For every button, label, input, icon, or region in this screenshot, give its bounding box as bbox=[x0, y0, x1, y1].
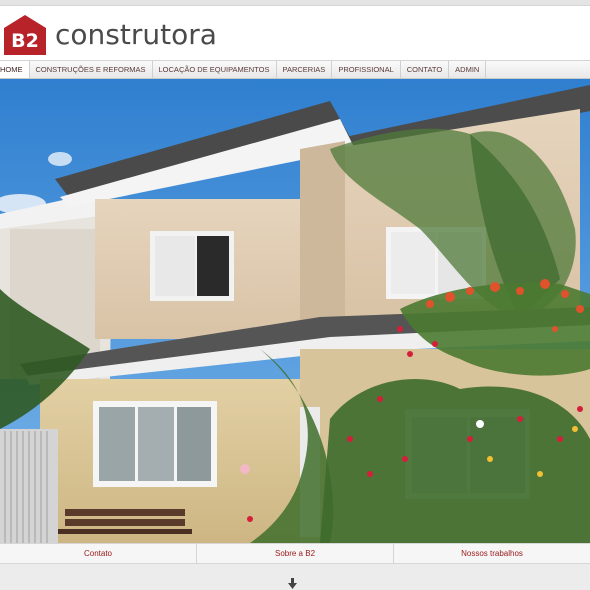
logo-badge-text: B2 bbox=[11, 30, 39, 52]
logo-wordmark[interactable]: construtora bbox=[55, 18, 217, 52]
footer-link-nossos-trabalhos[interactable]: Nossos trabalhos bbox=[394, 544, 590, 563]
main-nav: HOME CONSTRUÇÕES E REFORMAS LOCAÇÃO DE EQU… bbox=[0, 60, 590, 79]
hero-house-photo bbox=[0, 79, 590, 543]
site-header: B2 construtora bbox=[0, 6, 590, 60]
nav-item-loca-o-de-equipamentos[interactable]: LOCAÇÃO DE EQUIPAMENTOS bbox=[153, 61, 277, 78]
arrow-down-icon[interactable] bbox=[287, 578, 299, 590]
page: B2 construtora HOME CONSTRUÇÕES E REFORMA… bbox=[0, 0, 590, 590]
nav-item-constru-es-e-reformas[interactable]: CONSTRUÇÕES E REFORMAS bbox=[30, 61, 153, 78]
nav-item-admin[interactable]: ADMIN bbox=[449, 61, 487, 78]
nav-item-parcerias[interactable]: PARCERIAS bbox=[277, 61, 333, 78]
nav-item-contato[interactable]: CONTATO bbox=[401, 61, 450, 78]
footer-link-sobre-a-b2[interactable]: Sobre a B2 bbox=[197, 544, 394, 563]
nav-item-home[interactable]: HOME bbox=[0, 61, 30, 78]
house-photo-illustration bbox=[0, 79, 590, 543]
logo-badge[interactable]: B2 bbox=[3, 14, 47, 56]
footer-links: Contato Sobre a B2 Nossos trabalhos bbox=[0, 543, 590, 564]
nav-item-profissional[interactable]: PROFISSIONAL bbox=[332, 61, 401, 78]
footer-link-contato[interactable]: Contato bbox=[0, 544, 197, 563]
bottom-strip bbox=[0, 564, 590, 590]
